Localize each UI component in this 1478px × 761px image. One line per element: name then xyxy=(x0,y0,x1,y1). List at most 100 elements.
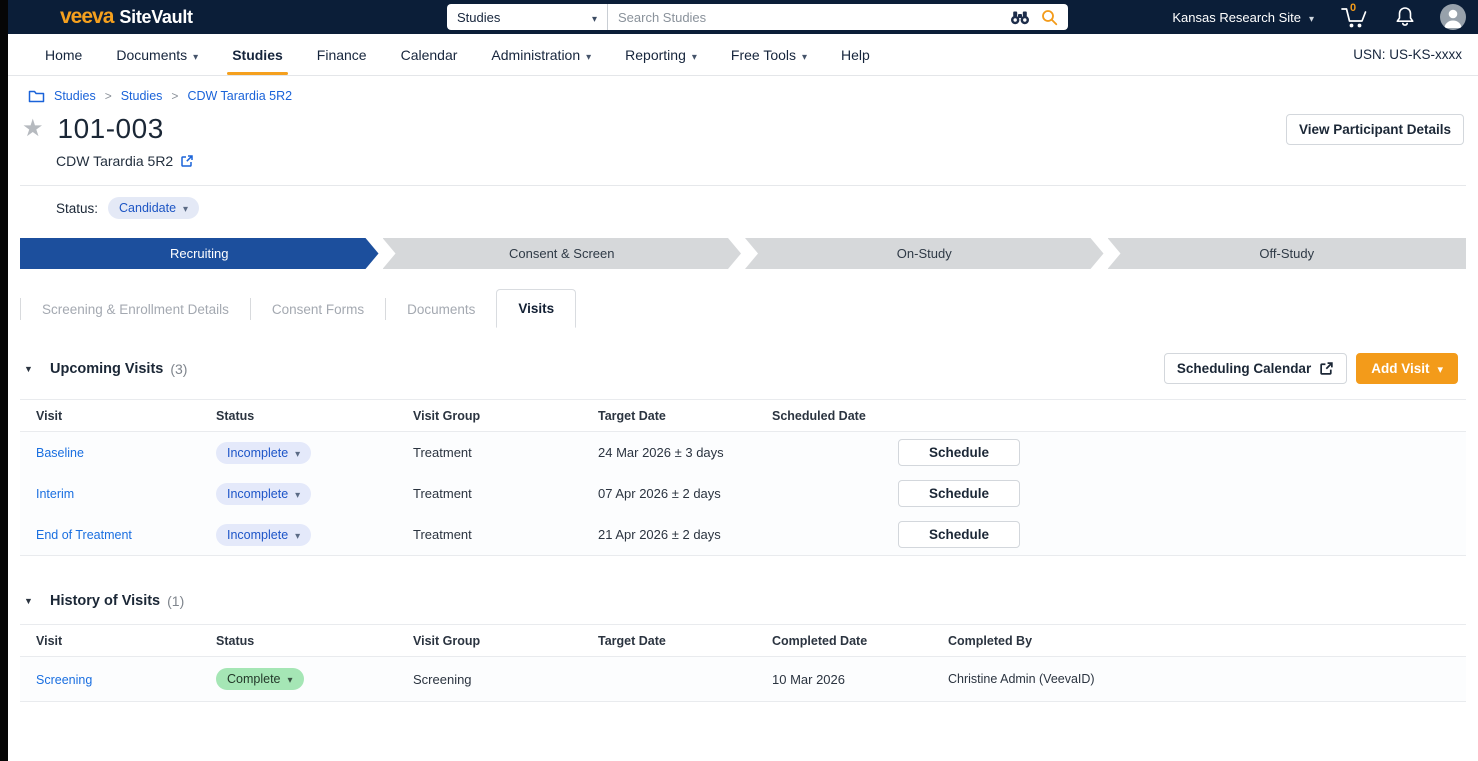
schedule-button[interactable]: Schedule xyxy=(898,521,1020,548)
table-row: End of Treatment Incomplete Treatment 21… xyxy=(20,514,1466,555)
notifications-button[interactable] xyxy=(1394,5,1416,29)
add-visit-button[interactable]: Add Visit xyxy=(1356,353,1458,384)
table-row: Baseline Incomplete Treatment 24 Mar 202… xyxy=(20,432,1466,473)
visit-link[interactable]: Screening xyxy=(36,673,92,687)
external-link-icon xyxy=(1319,361,1334,376)
col-visit: Visit xyxy=(36,634,216,648)
top-bar: veeva SiteVault Studies xyxy=(0,0,1478,34)
external-link-icon[interactable] xyxy=(180,154,194,168)
visit-group-cell: Treatment xyxy=(413,486,598,501)
upcoming-visits-table: Visit Status Visit Group Target Date Sch… xyxy=(20,399,1466,556)
col-visit-group: Visit Group xyxy=(413,409,598,423)
chevron-down-icon xyxy=(295,528,300,542)
nav-item-finance[interactable]: Finance xyxy=(300,34,384,75)
nav-item-home[interactable]: Home xyxy=(28,34,99,75)
tab-consent-forms[interactable]: Consent Forms xyxy=(251,291,385,328)
product-name: SiteVault xyxy=(119,7,192,28)
breadcrumb-current-study[interactable]: CDW Tarardia 5R2 xyxy=(187,89,292,103)
nav-item-studies[interactable]: Studies xyxy=(215,34,300,75)
upcoming-visits-count: (3) xyxy=(170,361,187,377)
chevron-down-icon xyxy=(193,47,198,63)
left-edge-strip xyxy=(0,0,8,761)
user-avatar[interactable] xyxy=(1440,4,1466,30)
visit-link[interactable]: End of Treatment xyxy=(36,528,132,542)
history-of-visits-title: History of Visits xyxy=(50,593,160,609)
table-header-row: Visit Status Visit Group Target Date Com… xyxy=(20,624,1466,657)
col-status: Status xyxy=(216,409,413,423)
visit-status-dropdown[interactable]: Complete xyxy=(216,668,304,690)
collapse-caret-icon[interactable] xyxy=(24,363,50,375)
nav-item-calendar[interactable]: Calendar xyxy=(384,34,475,75)
status-value: Candidate xyxy=(119,201,176,215)
chevron-down-icon xyxy=(1437,361,1443,376)
page-title: 101-003 xyxy=(58,113,164,145)
upcoming-visits-title: Upcoming Visits xyxy=(50,361,163,377)
scheduling-calendar-button[interactable]: Scheduling Calendar xyxy=(1164,353,1347,384)
stage-on-study[interactable]: On-Study xyxy=(745,238,1104,269)
breadcrumb-separator: > xyxy=(171,89,178,103)
visit-status-dropdown[interactable]: Incomplete xyxy=(216,442,311,464)
chevron-down-icon xyxy=(295,446,300,460)
tab-documents[interactable]: Documents xyxy=(386,291,496,328)
stage-recruiting[interactable]: Recruiting xyxy=(20,238,379,269)
breadcrumb-separator: > xyxy=(105,89,112,103)
visit-status-dropdown[interactable]: Incomplete xyxy=(216,524,311,546)
chevron-down-icon xyxy=(295,487,300,501)
col-target-date: Target Date xyxy=(598,409,772,423)
tab-visits[interactable]: Visits xyxy=(496,289,576,328)
col-completed-date: Completed Date xyxy=(772,634,948,648)
cart-button[interactable]: 0 xyxy=(1338,4,1370,30)
view-participant-details-button[interactable]: View Participant Details xyxy=(1286,114,1464,145)
completed-by-cell: Christine Admin (VeevaID) xyxy=(948,672,1466,686)
table-row: Interim Incomplete Treatment 07 Apr 2026… xyxy=(20,473,1466,514)
folder-icon xyxy=(28,89,45,103)
nav-item-help[interactable]: Help xyxy=(824,34,887,75)
bell-icon xyxy=(1394,5,1416,29)
study-link[interactable]: CDW Tarardia 5R2 xyxy=(56,153,173,169)
visit-group-cell: Screening xyxy=(413,672,598,687)
nav-item-reporting[interactable]: Reporting xyxy=(608,34,714,75)
search-scope-select[interactable]: Studies xyxy=(447,4,607,30)
chevron-down-icon xyxy=(592,10,597,25)
col-target-date: Target Date xyxy=(598,634,772,648)
schedule-button[interactable]: Schedule xyxy=(898,480,1020,507)
chevron-down-icon xyxy=(1309,10,1314,25)
cart-count-badge: 0 xyxy=(1350,2,1356,14)
breadcrumb: Studies > Studies > CDW Tarardia 5R2 xyxy=(28,89,1478,103)
col-completed-by: Completed By xyxy=(948,634,1466,648)
visit-status-dropdown[interactable]: Incomplete xyxy=(216,483,311,505)
status-dropdown[interactable]: Candidate xyxy=(108,197,199,219)
tab-screening-enrollment-details[interactable]: Screening & Enrollment Details xyxy=(21,291,250,328)
sitevault-logo[interactable]: veeva SiteVault xyxy=(60,5,193,29)
stage-off-study[interactable]: Off-Study xyxy=(1108,238,1467,269)
site-selector-value: Kansas Research Site xyxy=(1172,10,1301,25)
breadcrumb-studies-root[interactable]: Studies xyxy=(54,89,96,103)
history-of-visits-count: (1) xyxy=(167,593,184,609)
header-divider xyxy=(20,185,1466,186)
main-nav: Home Documents Studies Finance Calendar … xyxy=(0,34,1478,76)
stage-consent-screen[interactable]: Consent & Screen xyxy=(383,238,742,269)
nav-item-free-tools[interactable]: Free Tools xyxy=(714,34,824,75)
search-icon[interactable] xyxy=(1041,9,1058,26)
search-input[interactable] xyxy=(608,4,1009,30)
chevron-down-icon xyxy=(183,201,188,215)
collapse-caret-icon[interactable] xyxy=(24,595,50,607)
visit-group-cell: Treatment xyxy=(413,445,598,460)
visit-link[interactable]: Interim xyxy=(36,487,74,501)
nav-item-documents[interactable]: Documents xyxy=(99,34,215,75)
favorite-star-icon[interactable] xyxy=(22,117,44,141)
chevron-down-icon xyxy=(802,47,807,63)
nav-item-administration[interactable]: Administration xyxy=(474,34,608,75)
table-header-row: Visit Status Visit Group Target Date Sch… xyxy=(20,399,1466,432)
search-scope-value: Studies xyxy=(457,10,500,25)
breadcrumb-studies[interactable]: Studies xyxy=(121,89,163,103)
binoculars-icon[interactable] xyxy=(1009,10,1031,25)
col-scheduled-date: Scheduled Date xyxy=(772,409,898,423)
detail-tabs: Screening & Enrollment Details Consent F… xyxy=(20,290,1478,328)
schedule-button[interactable]: Schedule xyxy=(898,439,1020,466)
visit-link[interactable]: Baseline xyxy=(36,446,84,460)
status-label: Status: xyxy=(56,201,98,216)
col-visit: Visit xyxy=(36,409,216,423)
usn-label: USN: US-KS-xxxx xyxy=(1353,34,1478,75)
site-selector[interactable]: Kansas Research Site xyxy=(1172,10,1314,25)
